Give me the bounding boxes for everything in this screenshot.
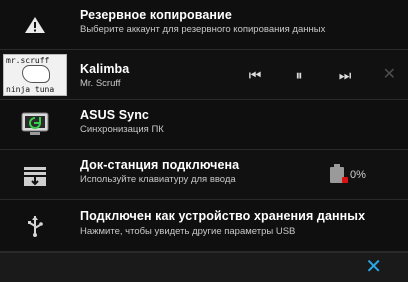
notification-dock[interactable]: Док-станция подключена Используйте клави… (0, 150, 408, 200)
notification-media-player[interactable]: mr.scruff ninja tuna Kalimba Mr. Scruff … (0, 50, 408, 100)
notification-title: Подключен как устройство хранения данных (80, 209, 366, 223)
pause-icon: ⏸ (295, 66, 303, 83)
thumbnail-drawing (22, 64, 50, 83)
notification-bottom-bar: ✕ (0, 252, 408, 282)
notification-panel: Резервное копирование Выберите аккаунт д… (0, 0, 408, 282)
thumbnail-text-top: mr.scruff (6, 55, 50, 65)
close-icon: ✕ (365, 256, 382, 278)
dismiss-all-button[interactable]: ✕ (365, 255, 382, 279)
next-icon: ⏭ (338, 66, 352, 83)
notification-usb[interactable]: Подключен как устройство хранения данных… (0, 200, 408, 252)
dock-icon (0, 150, 70, 199)
media-title: Kalimba (80, 62, 130, 76)
close-notification-button[interactable]: ✕ (383, 64, 396, 84)
notification-subtitle: Выберите аккаунт для резервного копирова… (80, 24, 326, 35)
battery-percentage: 0% (350, 169, 366, 181)
notification-asus-sync[interactable]: ASUS Sync Синхронизация ПК (0, 100, 408, 150)
notification-subtitle: Используйте клавиатуру для ввода (80, 174, 236, 185)
next-button[interactable]: ⏭ (334, 65, 356, 85)
dock-battery-status: 0% (330, 164, 366, 183)
notification-backup[interactable]: Резервное копирование Выберите аккаунт д… (0, 0, 408, 50)
usb-icon (0, 200, 70, 251)
album-thumbnail: mr.scruff ninja tuna (3, 53, 67, 96)
notification-subtitle: Синхронизация ПК (80, 124, 164, 135)
warning-triangle-icon (0, 0, 70, 49)
close-icon: ✕ (382, 66, 396, 83)
battery-warning-icon (342, 177, 348, 183)
pause-button[interactable]: ⏸ (288, 65, 310, 85)
sync-icon (0, 100, 70, 149)
notification-subtitle: Нажмите, чтобы увидеть другие параметры … (80, 226, 296, 237)
notification-title: Резервное копирование (80, 8, 232, 22)
album-art: mr.scruff ninja tuna (0, 50, 70, 99)
notification-title: ASUS Sync (80, 108, 149, 122)
thumbnail-text-bottom: ninja tuna (6, 84, 55, 94)
battery-icon (330, 164, 348, 183)
previous-button[interactable]: ⏮ (244, 65, 266, 85)
previous-icon: ⏮ (248, 66, 262, 83)
media-artist: Mr. Scruff (80, 78, 121, 89)
notification-title: Док-станция подключена (80, 158, 240, 172)
